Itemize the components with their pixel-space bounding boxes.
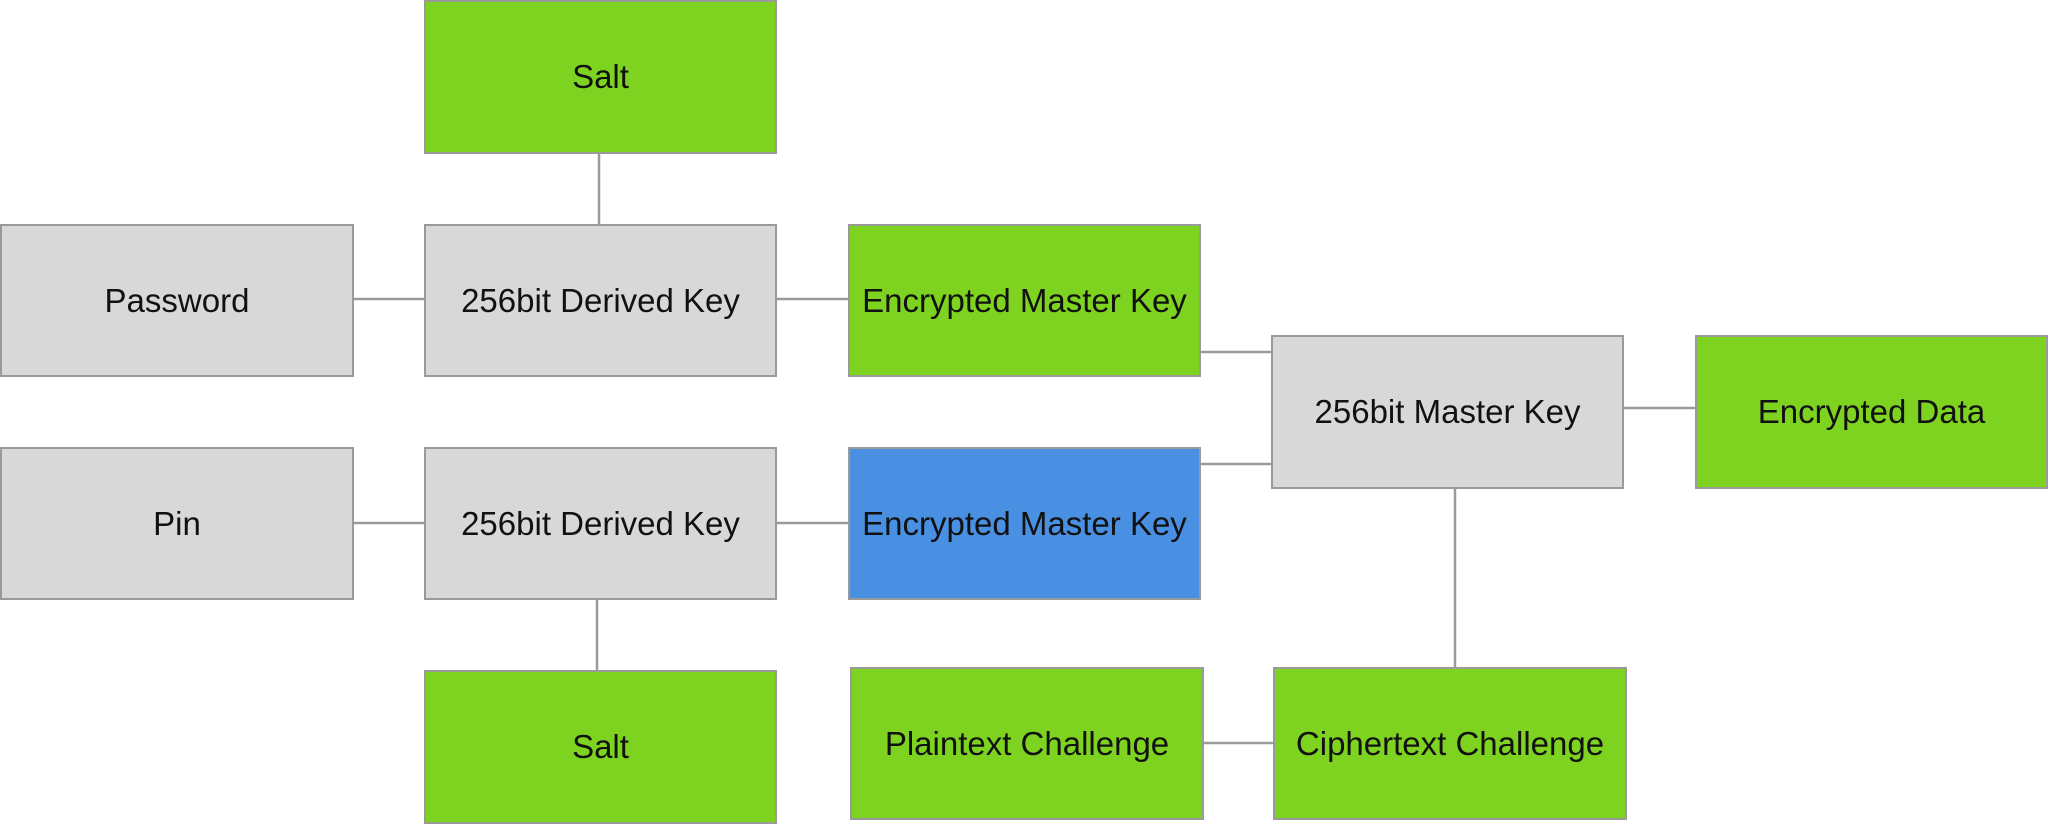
plaintext-challenge-label: Plaintext Challenge (884, 724, 1170, 762)
master-key-label: 256bit Master Key (1314, 393, 1581, 430)
encrypted-data-box: Encrypted Data (1695, 335, 2048, 489)
salt-top-label: Salt (572, 58, 629, 95)
pin-box: Pin (0, 447, 354, 600)
password-box: Password (0, 224, 354, 377)
master-key-box: 256bit Master Key (1271, 335, 1624, 489)
plaintext-challenge-box: Plaintext Challenge (850, 667, 1204, 820)
salt-top-box: Salt (424, 0, 777, 154)
derived-key-password-box: 256bit Derived Key (424, 224, 777, 377)
ciphertext-challenge-label: Ciphertext Challenge (1295, 724, 1605, 762)
salt-bottom-box: Salt (424, 670, 777, 824)
encrypted-master-key-password-label: Encrypted Master Key (862, 281, 1187, 319)
derived-key-password-label: 256bit Derived Key (461, 281, 740, 319)
derived-key-pin-label: 256bit Derived Key (461, 504, 740, 542)
key-derivation-diagram: Salt Password 256bit Derived Key Encrypt… (0, 0, 2048, 824)
encrypted-data-label: Encrypted Data (1757, 393, 1986, 430)
derived-key-pin-box: 256bit Derived Key (424, 447, 777, 600)
encrypted-master-key-pin-box: Encrypted Master Key (848, 447, 1201, 600)
encrypted-master-key-password-box: Encrypted Master Key (848, 224, 1201, 377)
password-label: Password (104, 281, 250, 319)
pin-label: Pin (153, 504, 201, 542)
salt-bottom-label: Salt (572, 728, 629, 765)
encrypted-master-key-pin-label: Encrypted Master Key (862, 504, 1187, 542)
ciphertext-challenge-box: Ciphertext Challenge (1273, 667, 1627, 820)
